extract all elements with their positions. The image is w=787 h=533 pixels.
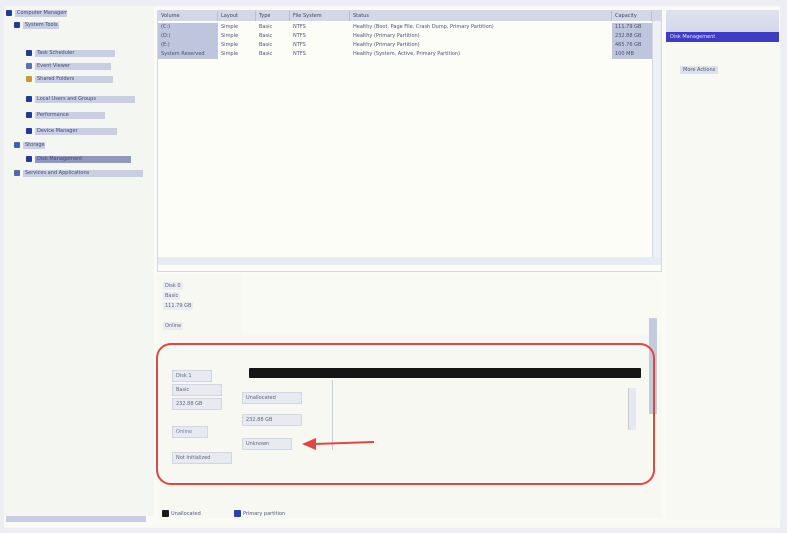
computer-icon <box>6 10 12 16</box>
table-cell: NTFS <box>293 42 306 48</box>
tree-item-label: Disk Management <box>35 155 131 163</box>
table-cell: Healthy (System, Active, Primary Partiti… <box>353 51 461 57</box>
table-cell: Healthy (Primary Partition) <box>353 42 420 48</box>
table-cell: System Reserved <box>158 50 218 59</box>
table-cell: Simple <box>221 42 239 48</box>
table-cell: Simple <box>221 33 239 39</box>
folder-icon <box>26 76 32 82</box>
tree-item-label: Storage <box>23 141 45 149</box>
table-cell: Healthy (Primary Partition) <box>353 33 420 39</box>
tree-item-shared-folders[interactable]: Shared Folders <box>26 74 113 84</box>
tree-item-task-scheduler[interactable]: Task Scheduler <box>26 48 115 58</box>
disk0-size: 111.79 GB <box>163 302 194 310</box>
legend-label: Primary partition <box>243 510 286 517</box>
actions-panel: Disk Management More Actions <box>666 10 779 520</box>
legend: Unallocated Primary partition <box>162 498 342 523</box>
volume-list: Volume Layout Type File System Status Ca… <box>157 10 662 272</box>
users-icon <box>26 96 32 102</box>
tree-item-event-viewer[interactable]: Event Viewer <box>26 61 111 71</box>
tree-item-storage[interactable]: Storage <box>14 140 45 150</box>
tree-item-local-users[interactable]: Local Users and Groups <box>26 94 135 104</box>
tree-item-label: Services and Applications <box>23 169 143 177</box>
column-header[interactable]: Capacity <box>612 11 652 21</box>
tree-item-label: System Tools <box>23 21 59 29</box>
column-header[interactable]: Layout <box>218 11 256 21</box>
actions-section-title[interactable]: Disk Management <box>666 32 779 42</box>
tree-item-services[interactable]: Services and Applications <box>14 168 143 178</box>
table-cell: Simple <box>221 51 239 57</box>
table-cell: Basic <box>259 51 273 57</box>
volume-list-header: Volume Layout Type File System Status Ca… <box>158 11 661 21</box>
table-cell: 232.88 GB <box>612 32 652 41</box>
tree-item-disk-management[interactable]: Disk Management <box>26 154 131 164</box>
column-header[interactable]: Volume <box>158 11 218 21</box>
disk0-partitions[interactable] <box>242 274 662 334</box>
tree-item-performance[interactable]: Performance <box>26 110 105 120</box>
tools-icon <box>14 22 20 28</box>
legend-unallocated: Unallocated <box>162 510 201 517</box>
tree-item-root[interactable]: Computer Management (Local) <box>6 8 67 18</box>
red-arrow-icon <box>302 438 375 450</box>
table-cell: (C:) <box>158 23 218 32</box>
disk0-type: Basic <box>163 292 181 300</box>
disk0-status: Online <box>163 322 184 330</box>
performance-icon <box>26 112 32 118</box>
disk-icon <box>26 156 32 162</box>
primary-swatch-icon <box>234 510 241 517</box>
volume-rows: (C:) Simple Basic NTFS Healthy (Boot, Pa… <box>158 23 661 59</box>
table-cell: (E:) <box>158 41 218 50</box>
table-cell: NTFS <box>293 33 306 39</box>
highlight-outline <box>156 343 655 485</box>
tree-item-label: Task Scheduler <box>35 49 115 57</box>
table-cell: NTFS <box>293 24 306 30</box>
table-row[interactable]: (E:) Simple Basic NTFS Healthy (Primary … <box>158 41 661 50</box>
table-cell: Basic <box>259 33 273 39</box>
tree-item-label: Local Users and Groups <box>35 95 135 103</box>
table-cell: Basic <box>259 24 273 30</box>
more-actions-link[interactable]: More Actions <box>680 66 719 74</box>
table-cell: (D:) <box>158 32 218 41</box>
table-cell: Simple <box>221 24 239 30</box>
table-cell: 465.76 GB <box>612 41 652 50</box>
clock-icon <box>26 50 32 56</box>
table-row[interactable]: (D:) Simple Basic NTFS Healthy (Primary … <box>158 32 661 41</box>
disk0-info: Disk 0 Basic 111.79 GB Online <box>157 274 247 336</box>
tree-item-label: Event Viewer <box>35 62 111 70</box>
column-header[interactable]: Type <box>256 11 290 21</box>
table-cell: Basic <box>259 42 273 48</box>
legend-primary: Primary partition <box>234 510 285 517</box>
actions-header: Disk Management <box>666 10 779 42</box>
column-header[interactable]: Status <box>350 11 612 21</box>
navigation-tree: Computer Management (Local) System Tools… <box>4 6 154 516</box>
tree-item-system-tools[interactable]: System Tools <box>14 20 59 30</box>
column-header[interactable]: File System <box>290 11 350 21</box>
services-icon <box>14 170 20 176</box>
unallocated-swatch-icon <box>162 510 169 517</box>
disk0-name: Disk 0 <box>163 282 183 290</box>
horizontal-scrollbar[interactable] <box>158 257 661 265</box>
tree-item-label: Performance <box>35 111 105 119</box>
tree-item-label: Computer Management (Local) <box>15 9 67 17</box>
table-cell: NTFS <box>293 51 306 57</box>
legend-label: Unallocated <box>171 510 201 517</box>
storage-icon <box>14 142 20 148</box>
status-bar <box>6 516 146 522</box>
table-cell: 100 MB <box>612 50 652 59</box>
vertical-scrollbar[interactable] <box>652 21 661 261</box>
table-cell: 111.79 GB <box>612 23 652 32</box>
table-cell: Healthy (Boot, Page File, Crash Dump, Pr… <box>353 24 494 30</box>
table-row[interactable]: (C:) Simple Basic NTFS Healthy (Boot, Pa… <box>158 23 661 32</box>
tree-item-device-manager[interactable]: Device Manager <box>26 126 117 136</box>
table-row[interactable]: System Reserved Simple Basic NTFS Health… <box>158 50 661 59</box>
tree-item-label: Shared Folders <box>35 75 113 83</box>
device-icon <box>26 128 32 134</box>
event-icon <box>26 63 32 69</box>
tree-item-label: Device Manager <box>35 127 117 135</box>
